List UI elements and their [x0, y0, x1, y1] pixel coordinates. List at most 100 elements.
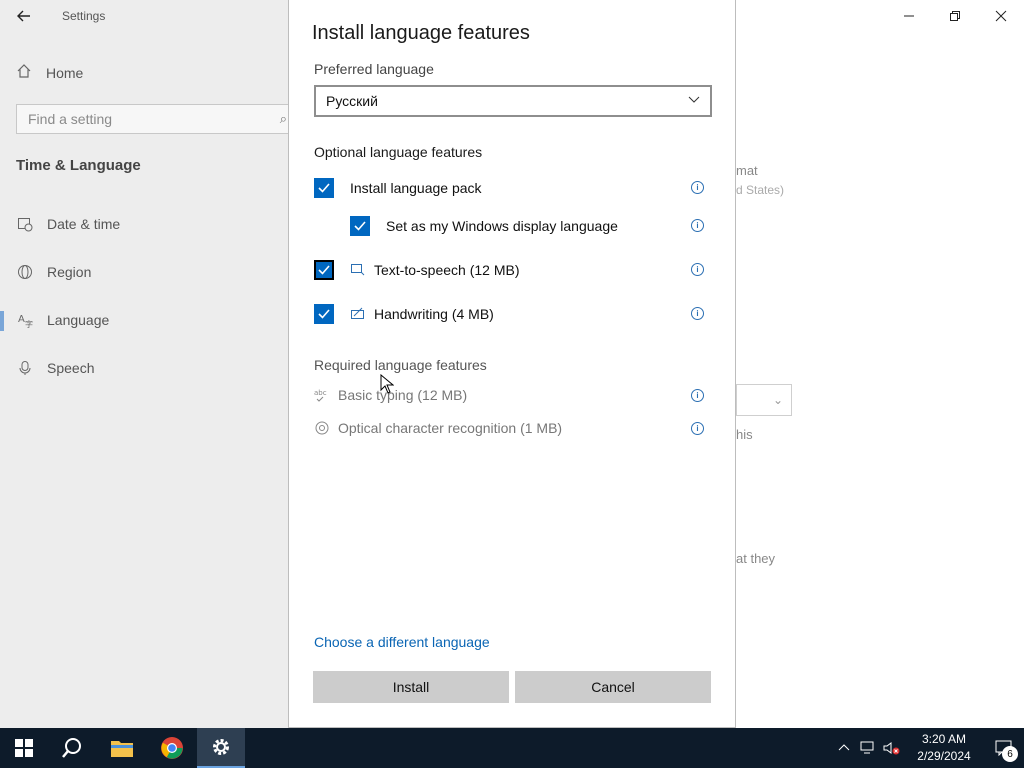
install-language-pack-row[interactable]: Install language pack	[314, 178, 482, 198]
mouse-cursor-icon	[380, 374, 394, 394]
minimize-button[interactable]	[886, 0, 932, 32]
close-button[interactable]	[978, 0, 1024, 32]
background-dropdown[interactable]: ⌄	[736, 384, 792, 416]
calendar-clock-icon	[16, 215, 33, 232]
cancel-button[interactable]: Cancel	[515, 671, 711, 703]
display-language-checkbox[interactable]	[350, 216, 370, 236]
required-features-heading: Required language features	[314, 357, 487, 373]
home-icon	[16, 63, 32, 82]
text-to-speech-checkbox[interactable]	[314, 260, 334, 280]
install-language-pack-checkbox[interactable]	[314, 178, 334, 198]
search-icon	[62, 738, 81, 758]
checkmark-icon	[318, 183, 330, 193]
sidebar-item-label: Date & time	[47, 215, 121, 232]
clock[interactable]: 3:20 AM 2/29/2024	[904, 731, 984, 765]
background-text: mat	[736, 163, 758, 178]
dialog-title: Install language features	[312, 22, 530, 44]
search-taskbar-button[interactable]	[48, 728, 96, 768]
chevron-down-icon: ⌄	[772, 393, 783, 407]
info-icon[interactable]: i	[691, 422, 704, 435]
action-center-button[interactable]: 6	[984, 728, 1024, 768]
sidebar-item-home[interactable]: Home	[16, 63, 83, 82]
window-controls	[886, 0, 1024, 32]
chrome-button[interactable]	[148, 728, 196, 768]
start-button[interactable]	[0, 728, 48, 768]
close-icon	[995, 10, 1007, 22]
sidebar-item-date-time[interactable]: Date & time	[16, 215, 120, 232]
background-text: at they	[736, 551, 776, 566]
globe-icon	[16, 263, 33, 280]
ocr-icon	[314, 420, 330, 436]
info-icon[interactable]: i	[691, 389, 704, 402]
restore-icon	[950, 11, 960, 21]
file-explorer-button[interactable]	[98, 728, 146, 768]
display-language-row[interactable]: Set as my Windows display language	[350, 216, 618, 236]
ocr-row: Optical character recognition (1 MB)	[314, 420, 562, 436]
sidebar-item-label: Region	[47, 263, 92, 280]
install-button[interactable]: Install	[313, 671, 509, 703]
text-to-speech-row[interactable]: Text-to-speech (12 MB)	[314, 260, 520, 280]
network-icon[interactable]	[856, 728, 880, 768]
gear-icon	[213, 739, 229, 755]
clock-date: 2/29/2024	[917, 749, 971, 763]
language-icon: A字	[16, 311, 33, 328]
background-text: his	[736, 427, 753, 442]
windows-logo-icon	[15, 739, 33, 757]
selected-language: Русский	[326, 93, 378, 109]
handwriting-row[interactable]: Handwriting (4 MB)	[314, 304, 494, 324]
info-icon[interactable]: i	[691, 263, 704, 276]
volume-muted-icon[interactable]	[880, 728, 904, 768]
display-language-label: Set as my Windows display language	[386, 218, 618, 234]
install-language-dialog: Install language features Preferred lang…	[288, 0, 736, 728]
background-text: d States)	[736, 183, 785, 197]
sidebar: Settings Home Find a setting ⌕ Time & La…	[0, 0, 296, 728]
app-title: Settings	[62, 9, 106, 23]
sidebar-item-region[interactable]: Region	[16, 263, 91, 280]
svg-text:字: 字	[25, 319, 33, 328]
info-icon[interactable]: i	[691, 219, 704, 232]
chevron-up-icon[interactable]	[832, 728, 856, 768]
active-indicator	[0, 311, 4, 331]
restore-button[interactable]	[932, 0, 978, 32]
ocr-label: Optical character recognition (1 MB)	[338, 420, 563, 436]
sidebar-item-speech[interactable]: Speech	[16, 359, 94, 376]
choose-different-language-link[interactable]: Choose a different language	[314, 634, 490, 650]
checkmark-icon	[318, 309, 330, 319]
section-title: Time & Language	[16, 157, 141, 174]
info-icon[interactable]: i	[691, 307, 704, 320]
search-input[interactable]: Find a setting ⌕	[16, 104, 296, 134]
handwriting-icon	[350, 306, 366, 322]
basic-typing-label: Basic typing (12 MB)	[338, 387, 468, 403]
svg-text:abc: abc	[314, 389, 327, 397]
back-icon[interactable]	[12, 4, 36, 28]
basic-typing-icon: abc	[314, 387, 330, 403]
sidebar-item-label: Speech	[47, 359, 95, 376]
handwriting-label: Handwriting (4 MB)	[374, 306, 494, 322]
search-icon: ⌕	[279, 111, 287, 126]
microphone-icon	[16, 359, 33, 376]
sidebar-item-label: Language	[47, 311, 110, 328]
install-language-pack-label: Install language pack	[350, 180, 482, 196]
chrome-icon	[161, 737, 183, 759]
preferred-language-select[interactable]: Русский	[314, 85, 712, 117]
text-to-speech-label: Text-to-speech (12 MB)	[374, 262, 520, 278]
sidebar-item-language[interactable]: A字 Language	[16, 311, 110, 328]
taskbar: 3:20 AM 2/29/2024 6	[0, 728, 1024, 768]
text-to-speech-icon	[350, 262, 366, 278]
search-placeholder: Find a setting	[28, 111, 113, 127]
chevron-down-icon	[688, 93, 700, 108]
svg-text:A: A	[18, 314, 25, 325]
optional-features-heading: Optional language features	[314, 144, 483, 160]
info-icon[interactable]: i	[691, 181, 704, 194]
sidebar-item-label: Home	[46, 64, 84, 81]
folder-icon	[111, 741, 133, 757]
checkmark-icon	[354, 221, 366, 231]
notification-count-badge: 6	[1002, 746, 1018, 762]
preferred-language-label: Preferred language	[314, 61, 434, 77]
system-tray: 3:20 AM 2/29/2024 6	[832, 728, 1024, 768]
minimize-icon	[904, 15, 914, 17]
checkmark-icon	[318, 265, 330, 275]
handwriting-checkbox[interactable]	[314, 304, 334, 324]
clock-time: 3:20 AM	[921, 732, 967, 746]
settings-taskbar-button[interactable]	[197, 728, 245, 768]
